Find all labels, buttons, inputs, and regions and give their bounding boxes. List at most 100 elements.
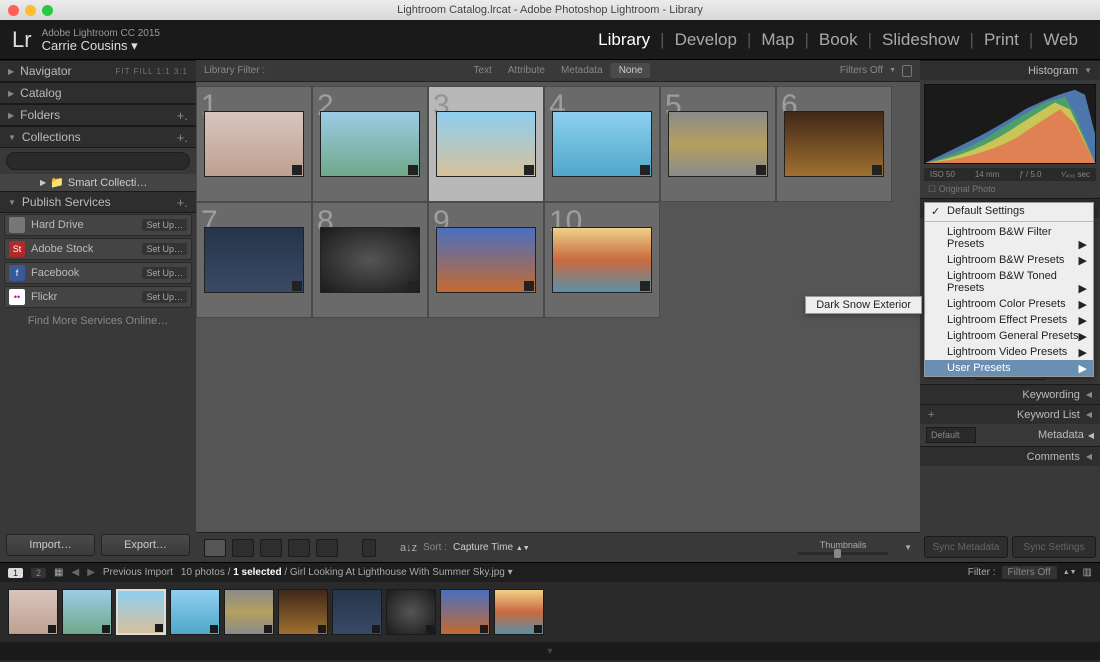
module-map[interactable]: Map: [751, 30, 804, 50]
filmstrip-thumb[interactable]: [170, 589, 220, 635]
find-more-services[interactable]: Find More Services Online…: [0, 309, 196, 333]
grid-cell[interactable]: 9: [428, 202, 544, 318]
menu-default-settings[interactable]: Default Settings: [925, 203, 1093, 219]
filmstrip-thumb[interactable]: [62, 589, 112, 635]
grid-cell[interactable]: 5: [660, 86, 776, 202]
navigator-header[interactable]: ▶NavigatorFIT FILL 1:1 3:1: [0, 60, 196, 82]
grid-view-button[interactable]: [204, 539, 226, 557]
people-view-button[interactable]: [316, 539, 338, 557]
nav-fwd-icon[interactable]: ▶: [87, 567, 95, 578]
sync-metadata-button[interactable]: Sync Metadata: [924, 536, 1008, 558]
thumbnail[interactable]: [320, 111, 420, 177]
thumbnail[interactable]: [436, 111, 536, 177]
collections-search[interactable]: [6, 152, 190, 170]
module-book[interactable]: Book: [809, 30, 868, 50]
thumbnail[interactable]: [204, 227, 304, 293]
module-print[interactable]: Print: [974, 30, 1029, 50]
sort-direction-icon[interactable]: a↓z: [400, 542, 417, 554]
compare-view-button[interactable]: [260, 539, 282, 557]
grid-cell[interactable]: 2: [312, 86, 428, 202]
filter-lock-icon[interactable]: ▥: [1083, 567, 1092, 578]
thumbnail[interactable]: [436, 227, 536, 293]
painter-tool[interactable]: [362, 539, 376, 557]
grid-cell-selected[interactable]: 3: [428, 86, 544, 202]
preset-submenu-item[interactable]: Dark Snow Exterior: [805, 296, 922, 314]
survey-view-button[interactable]: [288, 539, 310, 557]
filmstrip-thumb[interactable]: [278, 589, 328, 635]
menu-item[interactable]: Lightroom B&W Filter Presets▶: [925, 224, 1093, 252]
identity-plate[interactable]: Adobe Lightroom CC 2015 Carrie Cousins ▾: [42, 28, 160, 52]
filmstrip-thumb[interactable]: [494, 589, 544, 635]
menu-item[interactable]: Lightroom Color Presets▶: [925, 296, 1093, 312]
toolbar-chevron-icon[interactable]: ▼: [904, 543, 912, 552]
filmstrip-thumb[interactable]: [440, 589, 490, 635]
filmstrip-thumb[interactable]: [332, 589, 382, 635]
service-harddrive[interactable]: Hard DriveSet Up…: [4, 214, 192, 236]
keywordlist-header[interactable]: +Keyword List ◀: [920, 404, 1100, 424]
thumbnail-size-slider[interactable]: Thumbnails: [798, 540, 888, 555]
comments-header[interactable]: Comments ◀: [920, 446, 1100, 466]
filter-metadata[interactable]: Metadata: [553, 63, 611, 78]
filter-text[interactable]: Text: [465, 63, 499, 78]
menu-item[interactable]: Lightroom Video Presets▶: [925, 344, 1093, 360]
monitor-2-button[interactable]: 2: [31, 568, 46, 578]
module-web[interactable]: Web: [1033, 30, 1088, 50]
grid-cell[interactable]: 7: [196, 202, 312, 318]
histogram-header[interactable]: Histogram ▼: [920, 60, 1100, 80]
thumbnail[interactable]: [552, 111, 652, 177]
filmstrip-filter-dropdown[interactable]: Filters Off: [1002, 566, 1057, 579]
preset-popup-menu[interactable]: Default Settings Lightroom B&W Filter Pr…: [924, 202, 1094, 377]
filmstrip-thumb[interactable]: [8, 589, 58, 635]
menu-user-presets[interactable]: User Presets▶: [925, 360, 1093, 376]
service-adobestock[interactable]: StAdobe StockSet Up…: [4, 238, 192, 260]
menu-item[interactable]: Lightroom B&W Toned Presets▶: [925, 268, 1093, 296]
filter-attribute[interactable]: Attribute: [500, 63, 553, 78]
plus-icon[interactable]: +: [928, 409, 934, 421]
filmstrip-thumb[interactable]: [224, 589, 274, 635]
menu-item[interactable]: Lightroom B&W Presets▶: [925, 252, 1093, 268]
filmstrip[interactable]: [0, 582, 1100, 642]
nav-back-icon[interactable]: ◀: [71, 567, 79, 578]
keywording-header[interactable]: Keywording ◀: [920, 384, 1100, 404]
filmstrip-thumb[interactable]: [386, 589, 436, 635]
metadata-set-dropdown[interactable]: Default: [926, 427, 976, 443]
folders-header[interactable]: ▶Folders+.: [0, 104, 196, 126]
filmstrip-thumb-selected[interactable]: [116, 589, 166, 635]
plus-icon[interactable]: +.: [177, 130, 188, 145]
original-photo-checkbox[interactable]: ☐ Original Photo: [920, 181, 1100, 198]
setup-button[interactable]: Set Up…: [142, 243, 187, 255]
plus-icon[interactable]: +.: [177, 108, 188, 123]
monitor-1-button[interactable]: 1: [8, 568, 23, 578]
service-facebook[interactable]: fFacebookSet Up…: [4, 262, 192, 284]
publish-header[interactable]: ▼Publish Services+.: [0, 191, 196, 213]
thumbnail[interactable]: [320, 227, 420, 293]
grid-cell[interactable]: 10: [544, 202, 660, 318]
grid-cell[interactable]: 8: [312, 202, 428, 318]
plus-icon[interactable]: +.: [177, 195, 188, 210]
sync-settings-button[interactable]: Sync Settings: [1012, 536, 1096, 558]
setup-button[interactable]: Set Up…: [142, 219, 187, 231]
catalog-header[interactable]: ▶Catalog: [0, 82, 196, 104]
import-button[interactable]: Import…: [6, 534, 95, 556]
grid-cell[interactable]: 1: [196, 86, 312, 202]
loupe-view-button[interactable]: [232, 539, 254, 557]
thumbnail[interactable]: [668, 111, 768, 177]
grid-cell[interactable]: 6: [776, 86, 892, 202]
collections-header[interactable]: ▼Collections+.: [0, 126, 196, 148]
menu-item[interactable]: Lightroom Effect Presets▶: [925, 312, 1093, 328]
filter-none[interactable]: None: [611, 63, 651, 78]
export-button[interactable]: Export…: [101, 534, 190, 556]
service-flickr[interactable]: ••FlickrSet Up…: [4, 286, 192, 308]
setup-button[interactable]: Set Up…: [142, 267, 187, 279]
grid-cell[interactable]: 4: [544, 86, 660, 202]
filmstrip-collapse-icon[interactable]: ▼: [0, 642, 1100, 660]
module-develop[interactable]: Develop: [665, 30, 747, 50]
source-label[interactable]: Previous Import: [103, 567, 173, 578]
module-library[interactable]: Library: [588, 30, 660, 50]
grid-icon[interactable]: ▦: [54, 567, 63, 578]
thumbnail[interactable]: [552, 227, 652, 293]
lock-icon[interactable]: [902, 65, 912, 77]
module-slideshow[interactable]: Slideshow: [872, 30, 970, 50]
filters-off-dropdown[interactable]: Filters Off: [840, 65, 883, 76]
smart-collections[interactable]: ▶ 📁 Smart Collecti…: [0, 174, 196, 191]
